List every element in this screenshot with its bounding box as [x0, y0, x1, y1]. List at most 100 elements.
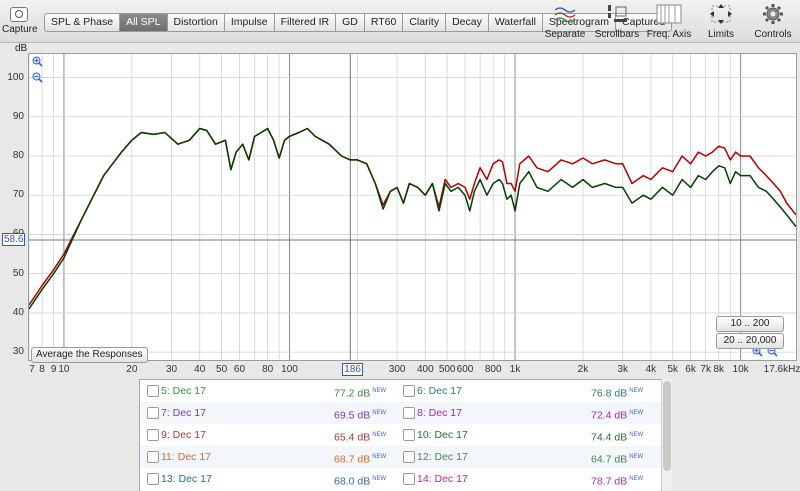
spl-graph[interactable]: 10 .. 200 20 .. 20,000 — [28, 53, 797, 361]
measurement-entry[interactable]: 7: Dec 17 69.5 dB NEW — [147, 402, 397, 424]
measurement-checkbox[interactable] — [147, 429, 159, 441]
average-responses-button[interactable]: Average the Responses — [31, 347, 148, 363]
measurement-entry[interactable]: 13: Dec 17 68.0 dB NEW — [147, 468, 397, 490]
tab-waterfall[interactable]: Waterfall — [488, 13, 543, 32]
x-tick-label: 500 — [438, 364, 456, 375]
x-tick-label: 300 — [388, 364, 406, 375]
measurement-checkbox[interactable] — [403, 473, 415, 485]
list-row: 13: Dec 17 68.0 dB NEW 14: Dec 17 78.7 dB NEW — [140, 468, 661, 490]
measurement-checkbox[interactable] — [403, 451, 415, 463]
zoom-out-icon[interactable] — [32, 72, 43, 83]
measurement-checkbox[interactable] — [147, 473, 159, 485]
freq-axis-label: Freq. Axis — [646, 29, 692, 40]
list-row: 9: Dec 17 65.4 dB NEW 10: Dec 17 74.4 dB NEW — [140, 424, 661, 446]
measurement-checkbox[interactable] — [147, 407, 159, 419]
level-value: 68.0 dB — [334, 475, 371, 488]
measurement-entry[interactable]: 12: Dec 17 64.7 dB NEW — [403, 446, 653, 468]
measurement-name: 11: Dec 17 — [161, 451, 212, 463]
measurement-checkbox[interactable] — [403, 429, 415, 441]
x-tick-label: 8 — [39, 364, 45, 375]
x-cursor-readout: 186 — [342, 363, 363, 376]
measurement-level: 72.4 dB NEW — [591, 402, 643, 427]
measurement-level: 74.4 dB NEW — [591, 424, 643, 449]
capture-button[interactable]: Capture — [2, 4, 38, 35]
measurement-checkbox[interactable] — [403, 385, 415, 397]
new-badge: NEW — [372, 388, 387, 394]
measurement-entry[interactable]: 9: Dec 17 65.4 dB NEW — [147, 424, 397, 446]
capture-label: Capture — [2, 24, 38, 35]
measurement-list: 5: Dec 17 77.2 dB NEW 6: Dec 17 76.8 dB NEW 7:… — [139, 379, 662, 491]
plot-area: dB 30405060708090100 7891020304050608010… — [0, 43, 800, 377]
series-line — [29, 127, 796, 310]
tab-impulse[interactable]: Impulse — [224, 13, 275, 32]
measurement-checkbox[interactable] — [403, 407, 415, 419]
limits-button[interactable]: Limits — [698, 3, 744, 40]
x-tick-label: 80 — [262, 364, 274, 375]
measurement-entry[interactable]: 11: Dec 17 68.7 dB NEW — [147, 446, 397, 468]
x-tick-label: 10k — [732, 364, 749, 375]
measurement-name: 6: Dec 17 — [417, 385, 462, 397]
y-tick-label: 40 — [12, 306, 24, 318]
measurement-entry[interactable]: 10: Dec 17 74.4 dB NEW — [403, 424, 653, 446]
new-badge: NEW — [629, 388, 644, 394]
measurement-level: 78.7 dB NEW — [591, 468, 643, 491]
x-tick-label: 10 — [58, 364, 70, 375]
x-tick-label: 4k — [645, 364, 657, 375]
measurement-entry[interactable]: 6: Dec 17 76.8 dB NEW — [403, 380, 653, 402]
level-value: 69.5 dB — [334, 409, 371, 422]
x-tick-label: 6k — [685, 364, 696, 375]
measurement-level: 65.4 dB NEW — [334, 424, 386, 449]
measurement-checkbox[interactable] — [147, 451, 159, 463]
series-line — [29, 127, 796, 306]
scrollbars-button[interactable]: Scrollbars — [594, 3, 640, 40]
measurement-entry[interactable]: 8: Dec 17 72.4 dB NEW — [403, 402, 653, 424]
range-20-20000-button[interactable]: 20 .. 20,000 — [716, 333, 784, 349]
x-tick-label: 5k — [667, 364, 678, 375]
list-row: 7: Dec 17 69.5 dB NEW 8: Dec 17 72.4 dB NEW — [140, 402, 661, 424]
controls-label: Controls — [754, 29, 792, 40]
x-tick-label: 7k — [700, 364, 711, 375]
measurement-name: 13: Dec 17 — [161, 473, 212, 485]
tab-rt60[interactable]: RT60 — [364, 13, 404, 32]
scrollbar-thumb[interactable] — [663, 381, 671, 471]
tab-filtered-ir[interactable]: Filtered IR — [274, 13, 337, 32]
measurement-name: 14: Dec 17 — [417, 473, 468, 485]
x-tick-label: 600 — [456, 364, 474, 375]
new-badge: NEW — [629, 410, 644, 416]
level-value: 65.4 dB — [334, 431, 371, 444]
y-tick-label: 70 — [12, 189, 24, 201]
x-tick-label: 100 — [281, 364, 298, 375]
measurement-level: 76.8 dB NEW — [591, 380, 643, 405]
scrollbars-icon — [594, 3, 640, 25]
measurement-checkbox[interactable] — [147, 385, 159, 397]
x-tick-label: 30 — [165, 364, 178, 375]
tab-spl-phase[interactable]: SPL & Phase — [44, 13, 121, 32]
controls-button[interactable]: Controls — [750, 3, 796, 40]
x-tick-label: 8k — [713, 364, 725, 375]
measurement-name: 5: Dec 17 — [161, 385, 206, 397]
measurement-name: 10: Dec 17 — [417, 429, 468, 441]
tab-gd[interactable]: GD — [336, 13, 365, 32]
freq-axis-button[interactable]: Freq. Axis — [646, 3, 692, 40]
measurement-entry[interactable]: 14: Dec 17 78.7 dB NEW — [403, 468, 653, 490]
tab-clarity[interactable]: Clarity — [403, 13, 447, 32]
separate-button[interactable]: Separate — [542, 3, 588, 40]
zoom-in-icon[interactable] — [32, 56, 43, 67]
x-tick-label: 17.6kHz — [763, 364, 800, 375]
level-value: 68.7 dB — [334, 453, 371, 466]
new-badge: NEW — [629, 454, 644, 460]
measurement-name: 8: Dec 17 — [417, 407, 462, 419]
tab-decay[interactable]: Decay — [446, 13, 489, 32]
measurement-entry[interactable]: 5: Dec 17 77.2 dB NEW — [147, 380, 397, 402]
level-value: 77.2 dB — [334, 387, 371, 400]
level-value: 78.7 dB — [591, 475, 628, 488]
y-cursor-readout: 58.6 — [2, 232, 26, 246]
x-tick-label: 400 — [416, 364, 434, 375]
scrollbars-label: Scrollbars — [594, 29, 640, 40]
tab-all-spl[interactable]: All SPL — [120, 13, 168, 32]
tab-distortion[interactable]: Distortion — [167, 13, 225, 32]
measurement-list-scrollbar[interactable] — [661, 379, 672, 490]
x-tick-label: 3k — [617, 364, 628, 375]
range-10-200-button[interactable]: 10 .. 200 — [716, 316, 784, 332]
level-value: 76.8 dB — [591, 387, 628, 400]
